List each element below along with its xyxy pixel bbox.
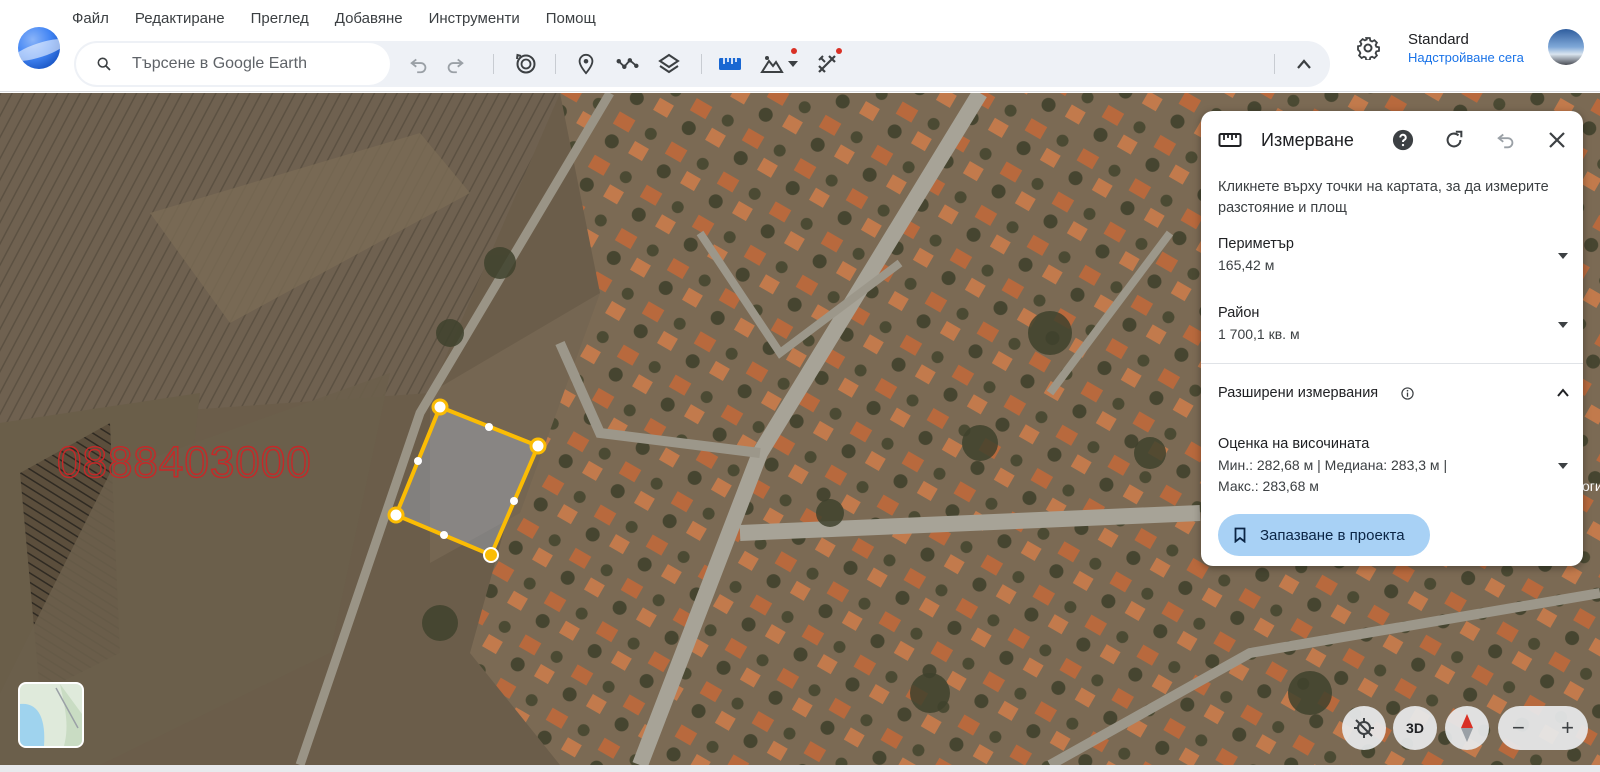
search-box <box>76 43 390 85</box>
measurement-panel: Измерване Кликнете върху точки на картат… <box>1201 111 1583 566</box>
layers-icon[interactable] <box>657 52 681 76</box>
menu-bar: Файл Редактиране Преглед Добавяне Инстру… <box>72 10 596 30</box>
toolbar-divider <box>1274 54 1275 74</box>
toolbar-divider <box>555 54 556 74</box>
area-label: Район <box>1218 305 1260 321</box>
perimeter-value: 165,42 м <box>1218 257 1275 273</box>
panel-description: Кликнете върху точки на картата, за да и… <box>1218 179 1549 216</box>
location-off-button[interactable] <box>1342 706 1386 750</box>
midpoint-handle <box>485 423 493 431</box>
refresh-icon[interactable] <box>1442 128 1466 152</box>
chevron-up-icon[interactable] <box>1556 387 1570 399</box>
compass-button[interactable] <box>1445 706 1489 750</box>
ruler-icon <box>1218 128 1242 152</box>
midpoint-handle <box>414 457 422 465</box>
search-icon <box>97 57 111 71</box>
elevation-value: Мин.: 282,68 м | Медиана: 283,3 м | Макс… <box>1218 457 1448 494</box>
3d-toggle-button[interactable]: 3D <box>1393 706 1437 750</box>
vertex-handle <box>431 398 449 416</box>
measured-area <box>393 404 541 558</box>
ruler-icon[interactable] <box>718 52 742 76</box>
undo-icon[interactable] <box>407 52 431 76</box>
menu-view[interactable]: Преглед <box>251 10 309 30</box>
minimap-image <box>20 684 82 746</box>
minimap[interactable] <box>18 682 84 748</box>
panel-header: Измерване <box>1201 111 1583 167</box>
elevation-label: Оценка на височината <box>1218 436 1370 452</box>
main-toolbar <box>74 41 1330 87</box>
advanced-label: Разширени измервания <box>1218 385 1379 401</box>
menu-file[interactable]: Файл <box>72 10 109 30</box>
zoom-controls: − + <box>1498 706 1588 750</box>
panel-title: Измерване <box>1261 130 1354 150</box>
chevron-down-icon[interactable] <box>1558 253 1568 259</box>
advanced-measurements-row[interactable]: Разширени измервания <box>1218 384 1570 406</box>
menu-edit[interactable]: Редактиране <box>135 10 225 30</box>
midpoint-handle <box>440 531 448 539</box>
zoom-out-button[interactable]: − <box>1512 715 1525 741</box>
notification-dot <box>836 48 842 54</box>
redo-icon[interactable] <box>443 52 467 76</box>
history-icon[interactable] <box>514 52 538 76</box>
chevron-down-icon[interactable] <box>1558 322 1568 328</box>
chevron-down-icon[interactable] <box>1558 463 1568 469</box>
notification-dot <box>791 48 797 54</box>
midpoint-handle <box>510 497 518 505</box>
area-value: 1 700,1 кв. м <box>1218 326 1300 342</box>
vertex-handle <box>483 547 499 563</box>
close-icon[interactable] <box>1545 128 1569 152</box>
save-button-label: Запазване в проекта <box>1260 526 1405 544</box>
toolbar-divider <box>493 54 494 74</box>
chevron-down-icon[interactable] <box>781 52 805 76</box>
plan-name: Standard <box>1408 31 1469 48</box>
app-header: Файл Редактиране Преглед Добавяне Инстру… <box>0 0 1600 92</box>
menu-add[interactable]: Добавяне <box>335 10 403 30</box>
save-to-project-button[interactable]: Запазване в проекта <box>1218 514 1430 556</box>
vertex-handle <box>387 506 405 524</box>
perimeter-label: Периметър <box>1218 236 1294 252</box>
toolbar-divider <box>701 54 702 74</box>
info-icon[interactable] <box>1401 387 1414 400</box>
menu-tools[interactable]: Инструменти <box>429 10 520 30</box>
chevron-up-icon[interactable] <box>1292 52 1316 76</box>
panel-divider <box>1201 363 1583 364</box>
account-plan: Standard Надстройване сега <box>1408 30 1524 66</box>
undo-icon[interactable] <box>1494 128 1518 152</box>
search-input[interactable] <box>132 55 382 73</box>
path-icon[interactable] <box>616 52 640 76</box>
placemark-icon[interactable] <box>574 52 598 76</box>
area-row[interactable]: Район 1 700,1 кв. м <box>1218 305 1568 345</box>
avatar[interactable] <box>1548 29 1584 65</box>
vertex-handle <box>529 437 547 455</box>
bookmark-icon <box>1234 527 1246 543</box>
perimeter-row[interactable]: Периметър 165,42 м <box>1218 236 1568 276</box>
upgrade-link[interactable]: Надстройване сега <box>1408 50 1524 67</box>
zoom-in-button[interactable]: + <box>1561 715 1574 741</box>
tools-icon[interactable] <box>815 52 839 76</box>
gear-icon[interactable] <box>1356 36 1380 61</box>
location-off-icon <box>1354 718 1374 738</box>
menu-help[interactable]: Помощ <box>546 10 596 30</box>
google-earth-logo-icon[interactable] <box>18 27 60 69</box>
bottom-strip <box>0 765 1600 772</box>
elevation-row[interactable]: Оценка на височината Мин.: 282,68 м | Ме… <box>1218 436 1568 497</box>
help-icon[interactable] <box>1391 128 1415 152</box>
compass-icon <box>1461 714 1473 742</box>
